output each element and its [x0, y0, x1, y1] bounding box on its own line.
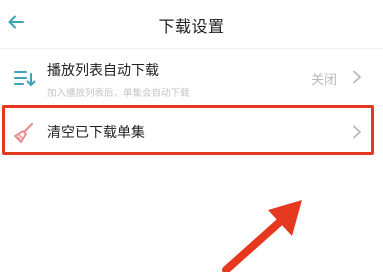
auto-download-label: 播放列表自动下载: [47, 63, 159, 79]
playlist-download-icon: [14, 71, 36, 86]
header-bar: 下载设置: [0, 0, 383, 48]
page-title: 下载设置: [158, 17, 225, 36]
clear-downloads-row[interactable]: 清空已下载单集: [0, 106, 383, 158]
annotation-arrow-icon: [222, 200, 302, 272]
chevron-right-icon: [353, 125, 361, 139]
broom-icon: [14, 123, 33, 143]
chevron-right-icon: [353, 70, 361, 84]
clear-downloads-label: 清空已下载单集: [47, 125, 145, 141]
auto-download-row[interactable]: 播放列表自动下载 加入播放列表后，单集会自动下载 关闭: [0, 49, 383, 105]
auto-download-value: 关闭: [310, 73, 337, 88]
auto-download-sublabel: 加入播放列表后，单集会自动下载: [47, 88, 190, 99]
